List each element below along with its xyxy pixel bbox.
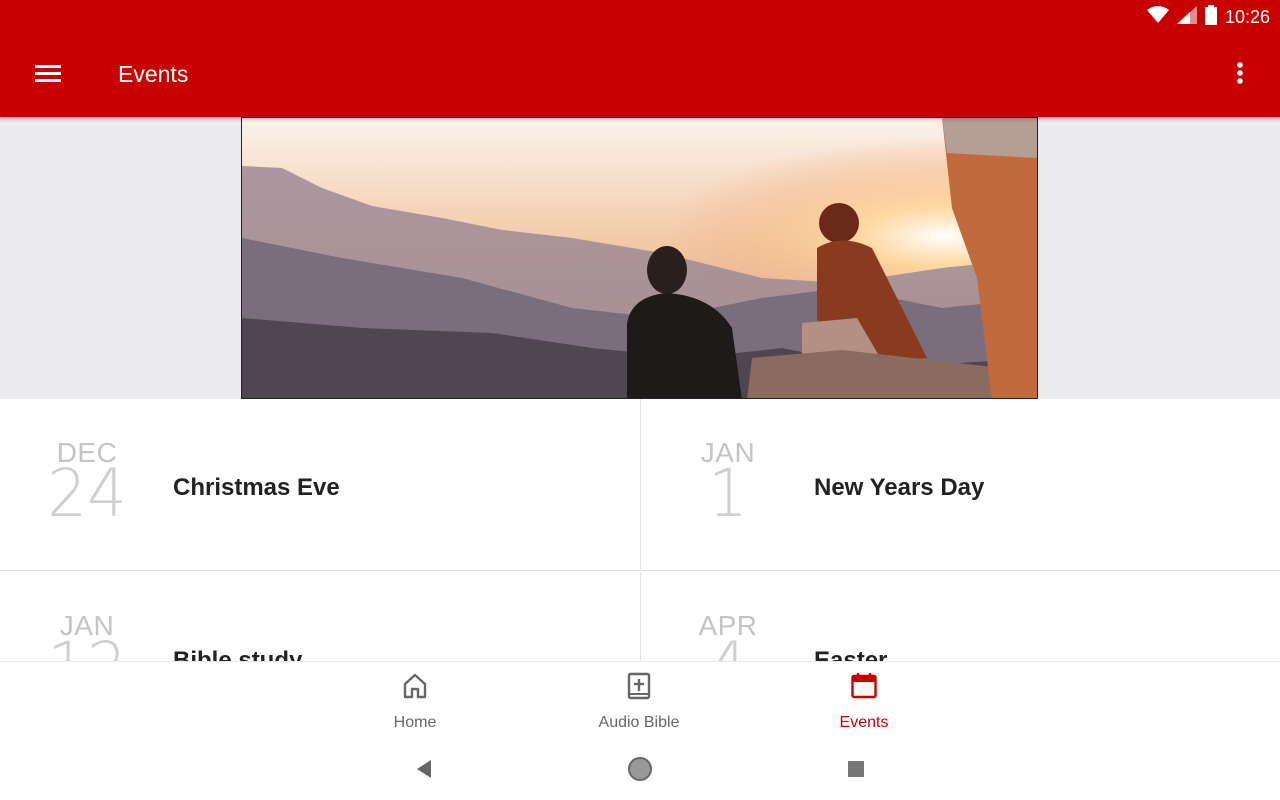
app-bar: Events [0, 34, 1280, 117]
nav-events[interactable]: Events [794, 672, 934, 734]
page-title: Events [118, 61, 189, 87]
overflow-menu-button[interactable] [1216, 51, 1264, 99]
hamburger-menu-icon [35, 63, 61, 88]
recents-square-icon [847, 760, 865, 783]
home-icon [402, 672, 428, 705]
recents-button[interactable] [842, 757, 870, 785]
system-navigation-bar [0, 741, 1280, 800]
bottom-navigation: Home Audio Bible Events [0, 661, 1280, 742]
home-circle-icon [627, 756, 653, 787]
events-grid: DEC 24 Christmas Eve JAN 1 New Years Day… [0, 399, 1280, 661]
battery-icon [1204, 4, 1217, 30]
event-day: 24 [47, 455, 127, 532]
event-title: Bible study [173, 647, 303, 661]
back-triangle-icon [415, 759, 433, 784]
event-card[interactable]: JAN 1 New Years Day [640, 399, 1280, 571]
status-bar: 10:26 [0, 0, 1280, 34]
menu-button[interactable] [24, 51, 72, 99]
cell-signal-icon [1176, 5, 1197, 29]
event-title: Christmas Eve [173, 474, 340, 501]
bible-icon [627, 672, 651, 705]
event-day: 1 [708, 455, 748, 532]
hero-banner [0, 117, 1280, 399]
nav-audio-bible-label: Audio Bible [598, 714, 680, 731]
back-button[interactable] [410, 757, 438, 785]
home-system-button[interactable] [626, 756, 654, 787]
event-title: Easter [814, 647, 888, 661]
nav-audio-bible[interactable]: Audio Bible [569, 672, 709, 734]
nav-events-label: Events [839, 714, 889, 731]
status-time: 10:26 [1224, 6, 1270, 27]
nav-home[interactable]: Home [345, 672, 485, 734]
event-card[interactable]: JAN 12 Bible study [0, 572, 640, 661]
more-vert-icon [1236, 61, 1244, 90]
wifi-icon [1146, 5, 1169, 29]
event-day: 12 [44, 634, 130, 662]
calendar-icon [850, 672, 878, 705]
event-card[interactable]: APR 4 Easter [640, 572, 1280, 661]
event-title: New Years Day [814, 474, 985, 501]
nav-home-label: Home [393, 714, 437, 731]
event-day: 4 [685, 634, 771, 662]
hero-image[interactable] [241, 117, 1038, 399]
status-icons: 10:26 [1146, 4, 1270, 30]
event-card[interactable]: DEC 24 Christmas Eve [0, 399, 640, 571]
